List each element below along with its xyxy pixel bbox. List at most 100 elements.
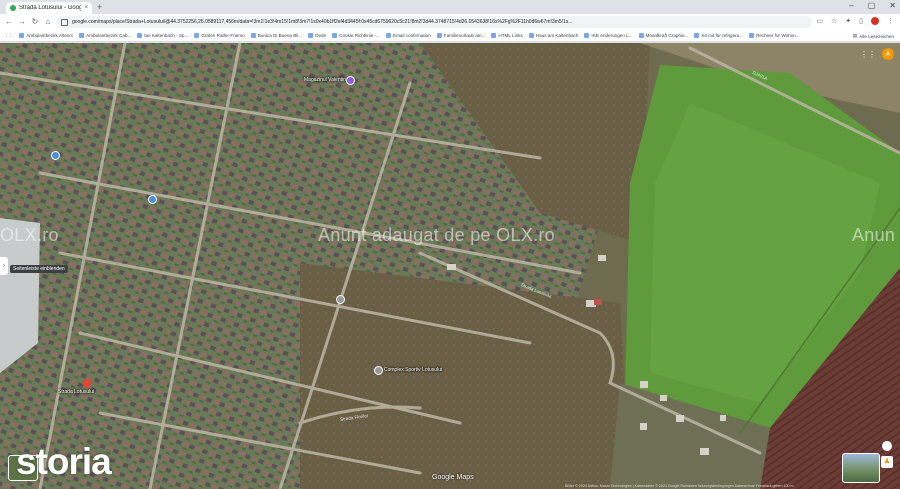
profile-avatar[interactable] [871, 17, 879, 25]
shop-marker-icon[interactable] [346, 76, 355, 85]
bookmark-label: Grafen Ratlnr-Fraimo [201, 33, 245, 38]
bookmark-label: bei Kaltenbach - Sp... [144, 33, 189, 38]
bookmark-label: Ambulantbezirk Altenrc [26, 33, 74, 38]
bookmark-favicon-icon [308, 33, 314, 38]
maximize-icon[interactable]: ▢ [868, 1, 876, 10]
tab-strip: Strada Lotusului - Google Maps × + – ▢ ✕ [0, 0, 900, 14]
bookmark-label: Dede [315, 33, 327, 38]
sports-marker-icon[interactable] [374, 366, 383, 375]
bookmark-favicon-icon [528, 33, 534, 38]
folder-icon: ▤ [852, 33, 858, 38]
bookmark-favicon-icon [584, 33, 590, 38]
bookmark-label: Bunica Di Buena Bil... [257, 33, 303, 38]
watermark-right: Anun [852, 225, 896, 245]
storia-logo: storia [16, 441, 112, 482]
home-icon[interactable]: ⌂ [43, 17, 53, 27]
street-view-thumbnail[interactable] [842, 453, 880, 483]
satellite-imagery [0, 43, 900, 489]
sidebar-toggle-button[interactable]: › [0, 257, 8, 275]
bookmark-favicon-icon [194, 33, 200, 38]
back-icon[interactable]: ← [4, 17, 14, 27]
close-window-icon[interactable]: ✕ [889, 1, 896, 10]
bookmark-label: Rechner für Wohnn... [756, 33, 800, 38]
bookmark-item[interactable]: IKB Anderungen L... [584, 33, 633, 38]
install-icon[interactable]: ▭ [816, 17, 823, 25]
tab-close-icon[interactable]: × [84, 5, 88, 11]
bookmark-item[interactable]: Haus am Kaltenbach [528, 33, 579, 38]
bookmark-label: Kit mit für refrigera... [701, 33, 744, 38]
maps-favicon-icon [10, 5, 16, 11]
bookmark-favicon-icon [19, 33, 25, 38]
bookmark-favicon-icon [386, 33, 391, 38]
menu-icon[interactable]: ⋮ [887, 17, 894, 25]
poi-marker-icon[interactable] [336, 295, 345, 304]
poi-marker-icon[interactable] [148, 195, 157, 204]
bookmark-item[interactable]: Mosafkraft Graphia... [638, 33, 689, 38]
bookmark-item[interactable]: Email confirmation [386, 33, 431, 38]
minimize-icon[interactable]: – [849, 1, 853, 10]
bookmark-item[interactable]: Kit mit für refrigera... [694, 33, 743, 38]
bookmark-favicon-icon [79, 33, 85, 38]
window-controls: – ▢ ✕ [849, 1, 896, 10]
forward-icon[interactable]: → [17, 17, 27, 27]
bookmark-favicon-icon [491, 33, 497, 38]
google-maps-logo: Google Maps [432, 474, 474, 481]
bookmark-label: IKB Anderungen L... [591, 33, 633, 38]
bookmark-favicon-icon [749, 33, 755, 38]
sidepanel-icon[interactable]: ▯ [859, 17, 863, 25]
new-tab-button[interactable]: + [97, 2, 102, 12]
apps-icon[interactable]: ⋮⋮ [4, 33, 13, 39]
sidebar-tooltip: Seitenleiste einblenden [10, 265, 68, 273]
map-attribution[interactable]: Bilder © 2024 Airbus, Maxar Technologies… [565, 484, 794, 488]
bookmark-favicon-icon [638, 33, 644, 38]
map-top-controls: ⋮⋮ A [860, 48, 894, 60]
poi-marker-icon[interactable] [51, 151, 60, 160]
bookmark-label: Alle Lesezeichen [859, 33, 894, 39]
extensions-icon[interactable]: ✦ [845, 17, 851, 25]
bookmark-item[interactable]: Ambulantbezirk Cab... [79, 33, 131, 38]
compass-icon[interactable] [882, 441, 892, 451]
all-bookmarks[interactable]: ▤ Alle Lesezeichen [853, 33, 894, 39]
watermark-left: OLX.ro [0, 225, 59, 245]
bookmark-favicon-icon [694, 33, 700, 38]
bookmarks-bar: ⋮⋮ Ambulantbezirk Altenrc Ambulantbezirk… [0, 30, 900, 42]
account-avatar[interactable]: A [882, 48, 894, 60]
place-label[interactable]: Magazinul Valentin [304, 77, 346, 83]
bookmark-label: HTML Links [498, 33, 523, 38]
watermark-center: Anunt adaugat de pe OLX.ro [318, 225, 555, 245]
chevron-right-icon: › [3, 263, 5, 269]
bookmark-item[interactable]: Ambulantbezirk Altenrc [19, 33, 73, 38]
bookmark-item[interactable]: bei Kaltenbach - Sp... [137, 33, 188, 38]
url-input[interactable] [72, 17, 807, 27]
address-bar[interactable] [56, 16, 812, 28]
bookmark-label: Familienurlaub am... [443, 33, 486, 38]
apps-grid-icon[interactable]: ⋮⋮ [860, 50, 876, 59]
bookmark-item[interactable]: Rechner für Wohnn... [749, 33, 800, 38]
bookmark-item[interactable]: HTML Links [491, 33, 523, 38]
bookmark-item[interactable]: Grafen Ratlnr-Fraimo [194, 33, 245, 38]
bookmark-label: Mosafkraft Graphia... [645, 33, 689, 38]
browser-toolbar: ← → ↻ ⌂ ▭ ☆ ✦ ▯ ⋮ [0, 14, 900, 30]
bookmark-item[interactable]: Dede [308, 33, 326, 38]
bookmark-star-icon[interactable]: ☆ [831, 17, 837, 25]
tab-title: Strada Lotusului - Google Maps [19, 5, 82, 11]
place-label[interactable]: Complex Sportiv Lotusului [384, 367, 442, 373]
toolbar-actions: ▭ ☆ ✦ ▯ ⋮ [816, 17, 894, 25]
site-info-icon[interactable] [61, 18, 68, 26]
bookmark-label: Cookie Richtlinie -... [339, 33, 380, 38]
reload-icon[interactable]: ↻ [30, 17, 40, 27]
bookmark-label: Haus am Kaltenbach [535, 33, 579, 38]
bookmark-favicon-icon [332, 33, 338, 38]
bookmark-favicon-icon [436, 33, 442, 38]
bookmark-favicon-icon [137, 33, 143, 38]
street-label[interactable]: Strada Lotusului [58, 389, 94, 395]
bookmark-item[interactable]: Bunica Di Buena Bil... [250, 33, 303, 38]
bookmark-label: Email confirmation [393, 33, 431, 38]
map-canvas[interactable]: Magazinul Valentin Complex Sportiv Lotus… [0, 43, 900, 489]
bookmark-item[interactable]: Cookie Richtlinie -... [332, 33, 380, 38]
bookmark-label: Ambulantbezirk Cab... [86, 33, 132, 38]
bookmark-favicon-icon [250, 33, 256, 38]
bookmark-item[interactable]: Familienurlaub am... [436, 33, 486, 38]
tab-google-maps[interactable]: Strada Lotusului - Google Maps × [6, 2, 92, 14]
pegman-icon[interactable]: ♟ [881, 456, 893, 468]
